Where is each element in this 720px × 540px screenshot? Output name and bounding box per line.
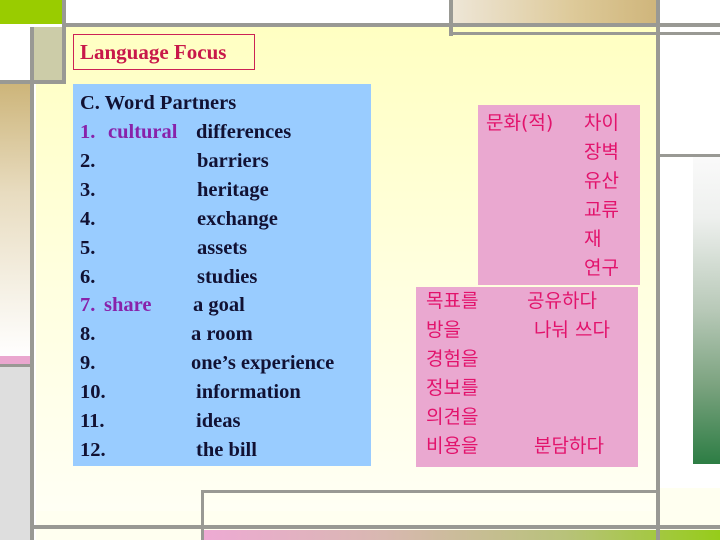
frame-line	[62, 23, 720, 27]
korean-share-object: 비용을	[426, 435, 479, 457]
korean-culture-item: 재	[584, 228, 602, 250]
word-partner-number: 3.	[80, 178, 96, 201]
word-partner-number: 11.	[80, 410, 105, 432]
word-partner-number: 1.	[80, 121, 96, 143]
word-partner-noun: a room	[191, 323, 253, 346]
word-partner-noun: the bill	[196, 438, 257, 461]
frame-line	[201, 490, 204, 540]
frame-line	[449, 32, 720, 35]
word-partner-noun: ideas	[196, 410, 241, 432]
word-partner-noun: information	[196, 381, 301, 404]
word-partner-noun: a goal	[193, 294, 245, 317]
word-partner-noun: studies	[197, 265, 258, 288]
decorative-gray-block	[0, 366, 30, 540]
korean-share-object: 방을	[426, 319, 461, 341]
word-partner-noun: assets	[197, 236, 248, 259]
word-partner-verb: share	[104, 294, 152, 317]
korean-share-verb: 분담하다	[534, 435, 604, 457]
word-partner-number: 12.	[80, 438, 106, 461]
frame-line	[30, 525, 720, 529]
korean-culture-item: 차이	[584, 112, 619, 134]
word-partner-number: 4.	[80, 207, 96, 230]
decorative-bottom-gradient	[203, 530, 720, 540]
word-partner-number: 8.	[80, 323, 96, 346]
korean-culture-item: 연구	[584, 257, 619, 279]
decorative-pink-strip	[0, 356, 30, 364]
word-partner-noun: one’s experience	[191, 352, 335, 375]
frame-line	[0, 80, 66, 84]
korean-culture-item: 장벽	[584, 141, 619, 163]
korean-culture-item: 교류	[584, 199, 619, 221]
decorative-green-gradient	[693, 156, 720, 464]
word-partner-number: 5.	[80, 236, 96, 259]
frame-line	[201, 490, 659, 493]
decorative-tan-gradient	[452, 0, 658, 24]
frame-line	[659, 154, 720, 157]
decorative-tan-square	[34, 27, 62, 80]
frame-line	[449, 0, 453, 36]
frame-line	[656, 0, 660, 540]
word-partner-number: 10.	[80, 381, 106, 404]
frame-line	[30, 27, 34, 540]
word-partner-noun: exchange	[197, 207, 278, 230]
frame-line	[0, 364, 30, 367]
korean-share-object: 의견을	[426, 406, 479, 428]
section-heading: C. Word Partners	[80, 92, 237, 114]
word-partner-noun: barriers	[197, 149, 269, 172]
word-partner-number: 9.	[80, 352, 96, 375]
korean-share-object: 경험을	[426, 348, 479, 370]
korean-share-object: 목표를	[426, 290, 479, 312]
korean-share-verb: 나눠 쓰다	[534, 319, 610, 341]
decorative-left-gradient	[0, 84, 30, 358]
word-partner-noun: differences	[196, 121, 292, 143]
slide-title: Language Focus	[80, 40, 227, 64]
korean-culture-header: 문화(적)	[486, 112, 554, 134]
word-partner-number: 2.	[80, 149, 96, 172]
decorative-green-block	[0, 0, 62, 24]
korean-share-verb: 공유하다	[527, 290, 597, 312]
word-partner-noun: heritage	[197, 178, 269, 201]
word-partner-number: 6.	[80, 265, 96, 288]
korean-culture-item: 유산	[584, 170, 619, 192]
word-partner-number: 7.	[80, 294, 96, 317]
frame-line	[62, 27, 66, 84]
word-partner-verb: cultural	[108, 121, 178, 143]
korean-share-object: 정보를	[426, 377, 479, 399]
